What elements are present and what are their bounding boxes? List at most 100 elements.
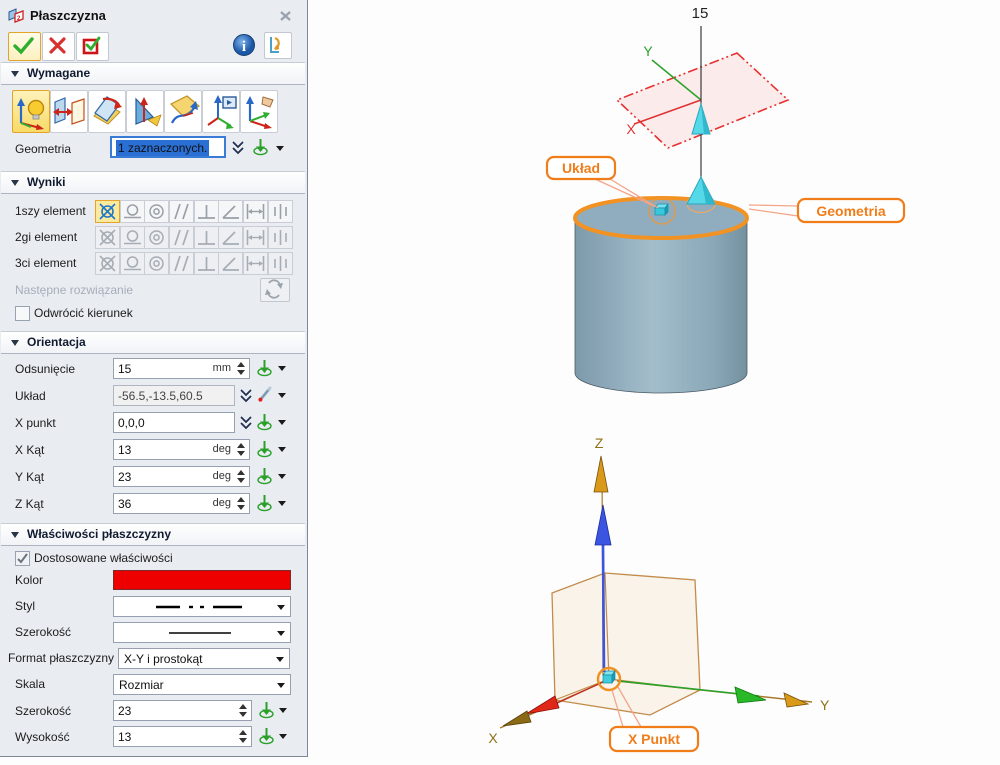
spinner-down-icon[interactable] <box>237 451 245 456</box>
chevron-double-down-icon[interactable] <box>238 415 254 431</box>
result-icon-align[interactable] <box>95 200 120 223</box>
pick-from-list-icon[interactable] <box>256 494 273 512</box>
spinner-down-icon[interactable] <box>239 712 247 717</box>
pick-from-list-icon[interactable] <box>256 413 273 431</box>
options-caret[interactable] <box>278 447 286 452</box>
uklad-input[interactable]: -56.5,-13.5,60.5 <box>113 385 235 406</box>
z-direction-arrow[interactable] <box>594 504 612 546</box>
options-caret[interactable] <box>278 474 286 479</box>
result-icon-parallel[interactable] <box>169 252 194 275</box>
spinner[interactable] <box>238 703 248 718</box>
ok-button[interactable] <box>8 32 41 61</box>
result-icon-concentric[interactable] <box>144 252 169 275</box>
result-icon-tangent[interactable] <box>120 252 145 275</box>
result-icon-angle[interactable] <box>218 252 243 275</box>
pick-from-list-icon[interactable] <box>256 467 273 485</box>
spinner-up-icon[interactable] <box>237 470 245 475</box>
cancel-button[interactable] <box>42 32 75 61</box>
result-icon-distance[interactable] <box>243 252 268 275</box>
tool-plane-3point[interactable] <box>126 90 164 133</box>
next-solution-button[interactable] <box>260 278 290 302</box>
viewport-3d[interactable]: 15 Y X Układ Geometria Z Y X X Punkt <box>307 0 1000 765</box>
odsuniecie-input[interactable]: 15 mm <box>113 358 250 379</box>
geometria-input[interactable]: 1 zaznaczonych. <box>110 136 226 158</box>
styl-dropdown[interactable] <box>113 596 291 617</box>
x-direction-arrow[interactable] <box>525 695 560 715</box>
options-caret[interactable] <box>278 366 286 371</box>
result-icon-perpendicular[interactable] <box>194 226 219 249</box>
result-icon-middle[interactable] <box>268 226 293 249</box>
result-icon-distance[interactable] <box>243 226 268 249</box>
cylinder-solid[interactable] <box>573 196 749 394</box>
y-direction-arrow[interactable] <box>734 686 767 704</box>
result-icon-perpendicular[interactable] <box>194 200 219 223</box>
tool-plane-offset[interactable] <box>50 90 88 133</box>
options-caret[interactable] <box>278 393 286 398</box>
spinner-up-icon[interactable] <box>239 704 247 709</box>
kolor-swatch[interactable] <box>113 570 291 590</box>
dropdown-caret[interactable] <box>277 631 285 636</box>
options-caret[interactable] <box>279 708 287 713</box>
options-caret[interactable] <box>278 420 286 425</box>
chevron-double-down-icon[interactable] <box>238 388 254 404</box>
section-header-orientacja[interactable]: Orientacja <box>1 331 305 354</box>
tool-plane-view[interactable] <box>202 90 240 133</box>
spinner-down-icon[interactable] <box>237 505 245 510</box>
szerokosc-input[interactable]: 23 <box>113 700 252 721</box>
result-icon-tangent[interactable] <box>120 200 145 223</box>
result-icon-middle[interactable] <box>268 252 293 275</box>
tool-plane-angled[interactable] <box>88 90 126 133</box>
options-caret[interactable] <box>279 734 287 739</box>
wysokosc-input[interactable]: 13 <box>113 726 252 747</box>
spinner-up-icon[interactable] <box>237 362 245 367</box>
spinner-up-icon[interactable] <box>239 730 247 735</box>
pick-from-list-icon[interactable] <box>256 359 273 377</box>
tool-plane-tangent[interactable] <box>164 90 202 133</box>
result-icon-perpendicular[interactable] <box>194 252 219 275</box>
datum-cube[interactable] <box>551 572 701 716</box>
dropdown-caret[interactable] <box>277 683 285 688</box>
section-header-wlasciwosci[interactable]: Właściwości płaszczyzny <box>1 523 305 546</box>
tool-plane-dynamic-handle[interactable] <box>240 90 278 133</box>
section-header-wyniki[interactable]: Wyniki <box>1 171 305 194</box>
options-caret[interactable] <box>278 501 286 506</box>
result-icon-angle[interactable] <box>218 226 243 249</box>
y-axis-arrow[interactable] <box>783 692 810 708</box>
pick-from-list-icon[interactable] <box>258 701 275 719</box>
dropdown-caret[interactable] <box>276 657 284 662</box>
spinner[interactable] <box>236 361 246 376</box>
apply-button[interactable] <box>76 32 109 61</box>
result-icon-concentric[interactable] <box>144 226 169 249</box>
spinner[interactable] <box>236 442 246 457</box>
result-icon-angle[interactable] <box>218 200 243 223</box>
spinner-up-icon[interactable] <box>237 443 245 448</box>
szerokosc-linii-dropdown[interactable] <box>113 622 291 643</box>
spinner[interactable] <box>236 496 246 511</box>
spinner-up-icon[interactable] <box>237 497 245 502</box>
y-kat-input[interactable]: 23 deg <box>113 466 250 487</box>
z-kat-input[interactable]: 36 deg <box>113 493 250 514</box>
result-icon-concentric[interactable] <box>144 200 169 223</box>
format-dropdown[interactable]: X-Y i prostokąt <box>118 648 290 669</box>
geometria-options-caret[interactable] <box>276 146 284 151</box>
tool-plane-dynamic[interactable] <box>12 90 50 133</box>
chevron-double-down-icon[interactable] <box>230 140 246 156</box>
spinner[interactable] <box>236 469 246 484</box>
pick-from-list-icon[interactable] <box>256 440 273 458</box>
section-header-wymagane[interactable]: Wymagane <box>1 62 305 85</box>
skala-dropdown[interactable]: Rozmiar <box>113 674 291 695</box>
pick-from-list-icon[interactable] <box>258 727 275 745</box>
x-kat-input[interactable]: 13 deg <box>113 439 250 460</box>
result-icon-distance[interactable] <box>243 200 268 223</box>
pick-from-list-icon[interactable] <box>252 138 269 156</box>
info-icon[interactable]: i <box>232 33 256 57</box>
eyedropper-icon[interactable] <box>257 386 273 403</box>
custom-properties-checkbox[interactable] <box>15 551 30 566</box>
dialog-titlebar[interactable]: 2 Płaszczyzna <box>0 0 307 30</box>
result-icon-align[interactable] <box>95 252 120 275</box>
z-axis-arrow[interactable] <box>593 455 609 493</box>
spinner[interactable] <box>238 729 248 744</box>
result-icon-align[interactable] <box>95 226 120 249</box>
dropdown-caret[interactable] <box>277 605 285 610</box>
result-icon-middle[interactable] <box>268 200 293 223</box>
